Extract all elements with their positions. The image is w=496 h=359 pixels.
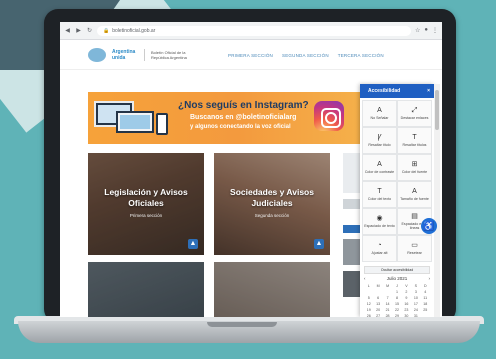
laptop-illustration — [116, 111, 154, 133]
site-header: Argentina unida Boletín Oficial de la Re… — [60, 40, 442, 70]
option-label: Tamaño de fuente — [400, 197, 429, 201]
sun-logo-icon — [88, 48, 106, 62]
card-subtitle: Primera sección — [129, 213, 163, 218]
accessibility-option[interactable]: ◉ Espaciado de texto — [362, 208, 397, 235]
lock-icon: 🔒 — [103, 27, 110, 34]
reload-icon[interactable]: ↻ — [86, 27, 93, 34]
chevron-right-icon[interactable]: › — [429, 276, 431, 281]
logo-divider — [144, 49, 145, 61]
card-title: Sociedades y Avisos Judiciales — [230, 187, 314, 208]
chevron-left-icon[interactable]: ‹ — [364, 276, 366, 281]
calendar-day[interactable]: 29 — [392, 313, 401, 317]
accessibility-header: Accesibilidad × — [360, 84, 434, 98]
phone-illustration — [156, 113, 168, 135]
option-icon: A — [412, 188, 417, 195]
card-subtitle: Segunda sección — [254, 213, 290, 218]
option-icon: T — [412, 134, 417, 141]
option-label: Resetear — [407, 251, 422, 255]
option-label: Espaciado de texto — [364, 224, 395, 228]
address-bar[interactable]: 🔒 boletinoficial.gob.ar — [97, 25, 411, 36]
option-label: Ajustar alt — [371, 251, 388, 255]
banner-handle: Buscanos en @boletinoficialarg — [190, 114, 297, 121]
card-cuarta-seccion[interactable] — [214, 262, 330, 317]
card-primera-seccion[interactable]: Legislación y Avisos Oficiales Primera s… — [88, 153, 204, 255]
accessibility-option[interactable]: A Tamaño de fuente — [397, 181, 432, 208]
option-icon: ⊞ — [411, 161, 418, 168]
instagram-banner[interactable]: ¿Nos seguís en Instagram? Buscanos en @b… — [88, 92, 360, 144]
calendar-day[interactable] — [421, 313, 430, 317]
calendar-day[interactable]: 26 — [364, 313, 373, 317]
option-icon: Ꝩ — [377, 134, 382, 141]
accessibility-option[interactable]: ⊞ Color del fuente — [397, 154, 432, 181]
calendar-day[interactable]: 28 — [383, 313, 392, 317]
option-label: Color del fuente — [401, 170, 428, 174]
devices-illustration — [94, 99, 170, 139]
accessibility-option[interactable]: A No Señalar — [362, 100, 397, 127]
card-title: Legislación y Avisos Oficiales — [104, 187, 188, 208]
nav-item-primera[interactable]: PRIMERA SECCIÓN — [228, 53, 273, 58]
option-label: Color del texto — [367, 197, 392, 201]
laptop-notch — [207, 322, 277, 327]
accessibility-options: A No Señalar ⤢ Destacar enlaces Ꝩ Resaltar tí… — [360, 98, 434, 264]
accessibility-option[interactable]: A Color de contraste — [362, 154, 397, 181]
logo-subtitle: Boletín Oficial de la República Argentin… — [151, 50, 187, 60]
menu-icon[interactable]: ⋮ — [432, 27, 438, 34]
arrow-right-icon[interactable]: ▶ — [75, 27, 82, 34]
calendar: ‹ Julio 2021 › L M M J V S D 1 2 3 4 5 6 7 8 9 10 11 12 13 1… — [360, 276, 434, 317]
accessibility-person-icon[interactable]: ♿ — [421, 218, 437, 234]
url-text: boletinoficial.gob.ar — [112, 27, 156, 34]
accessibility-option[interactable]: Ꝩ Resaltar título — [362, 127, 397, 154]
option-icon: ▤ — [411, 213, 418, 220]
hide-accessibility-button[interactable]: Ocultar accesibilidad — [364, 266, 430, 274]
close-icon[interactable]: × — [427, 88, 430, 94]
option-icon: T — [377, 188, 382, 195]
option-icon: ▭ — [411, 242, 418, 249]
accessibility-title: Accesibilidad — [368, 88, 401, 94]
person-icon: ▲ — [188, 239, 198, 249]
option-icon: ⤢ — [411, 107, 418, 114]
scroll-thumb[interactable] — [435, 90, 439, 130]
banner-tagline: y algunos conectando la voz oficial — [190, 124, 291, 130]
option-icon: ◉ — [376, 215, 383, 222]
option-label: No Señalar — [370, 116, 389, 120]
logo-brand: Argentina unida — [112, 49, 136, 61]
accessibility-option[interactable]: ◔ Ajustar alt — [362, 235, 397, 262]
accessibility-panel: Accesibilidad × A No Señalar ⤢ Destacar enl… — [360, 84, 434, 317]
browser-toolbar: ◀ ▶ ↻ 🔒 boletinoficial.gob.ar ☆ ● ⋮ — [60, 22, 442, 40]
instagram-icon[interactable] — [314, 101, 344, 131]
option-icon: A — [377, 107, 382, 114]
accessibility-option[interactable]: ⤢ Destacar enlaces — [397, 100, 432, 127]
calendar-week: 26 27 28 29 30 31 — [364, 313, 430, 317]
option-label: Destacar enlaces — [400, 116, 429, 120]
laptop-screen: ◀ ▶ ↻ 🔒 boletinoficial.gob.ar ☆ ● ⋮ Arge… — [60, 22, 442, 317]
person-icon: ▲ — [314, 239, 324, 249]
scrollbar[interactable] — [434, 84, 440, 317]
nav-item-segunda[interactable]: SEGUNDA SECCIÓN — [282, 53, 329, 58]
calendar-day[interactable]: 27 — [373, 313, 382, 317]
card-tercera-seccion[interactable] — [88, 262, 204, 317]
banner-title: ¿Nos seguís en Instagram? — [178, 100, 309, 111]
card-segunda-seccion[interactable]: Sociedades y Avisos Judiciales Segunda s… — [214, 153, 330, 255]
option-icon: A — [377, 161, 382, 168]
calendar-day[interactable]: 31 — [411, 313, 420, 317]
accessibility-option[interactable]: T Resaltar títulos — [397, 127, 432, 154]
calendar-month: Julio 2021 — [386, 276, 408, 281]
star-icon[interactable]: ☆ — [415, 27, 420, 34]
site-logo[interactable]: Argentina unida Boletín Oficial de la Re… — [88, 48, 195, 62]
top-navigation: PRIMERA SECCIÓN SEGUNDA SECCIÓN TERCERA … — [228, 53, 384, 58]
option-label: Resaltar título — [368, 143, 391, 147]
arrow-left-icon[interactable]: ◀ — [64, 27, 71, 34]
option-label: Color de contraste — [364, 170, 395, 174]
profile-icon[interactable]: ● — [424, 27, 428, 34]
accessibility-option[interactable]: T Color del texto — [362, 181, 397, 208]
nav-item-tercera[interactable]: TERCERA SECCIÓN — [338, 53, 384, 58]
option-label: Resaltar títulos — [402, 143, 427, 147]
calendar-day[interactable]: 30 — [402, 313, 411, 317]
option-icon: ◔ — [377, 242, 382, 249]
accessibility-option[interactable]: ▭ Resetear — [397, 235, 432, 262]
